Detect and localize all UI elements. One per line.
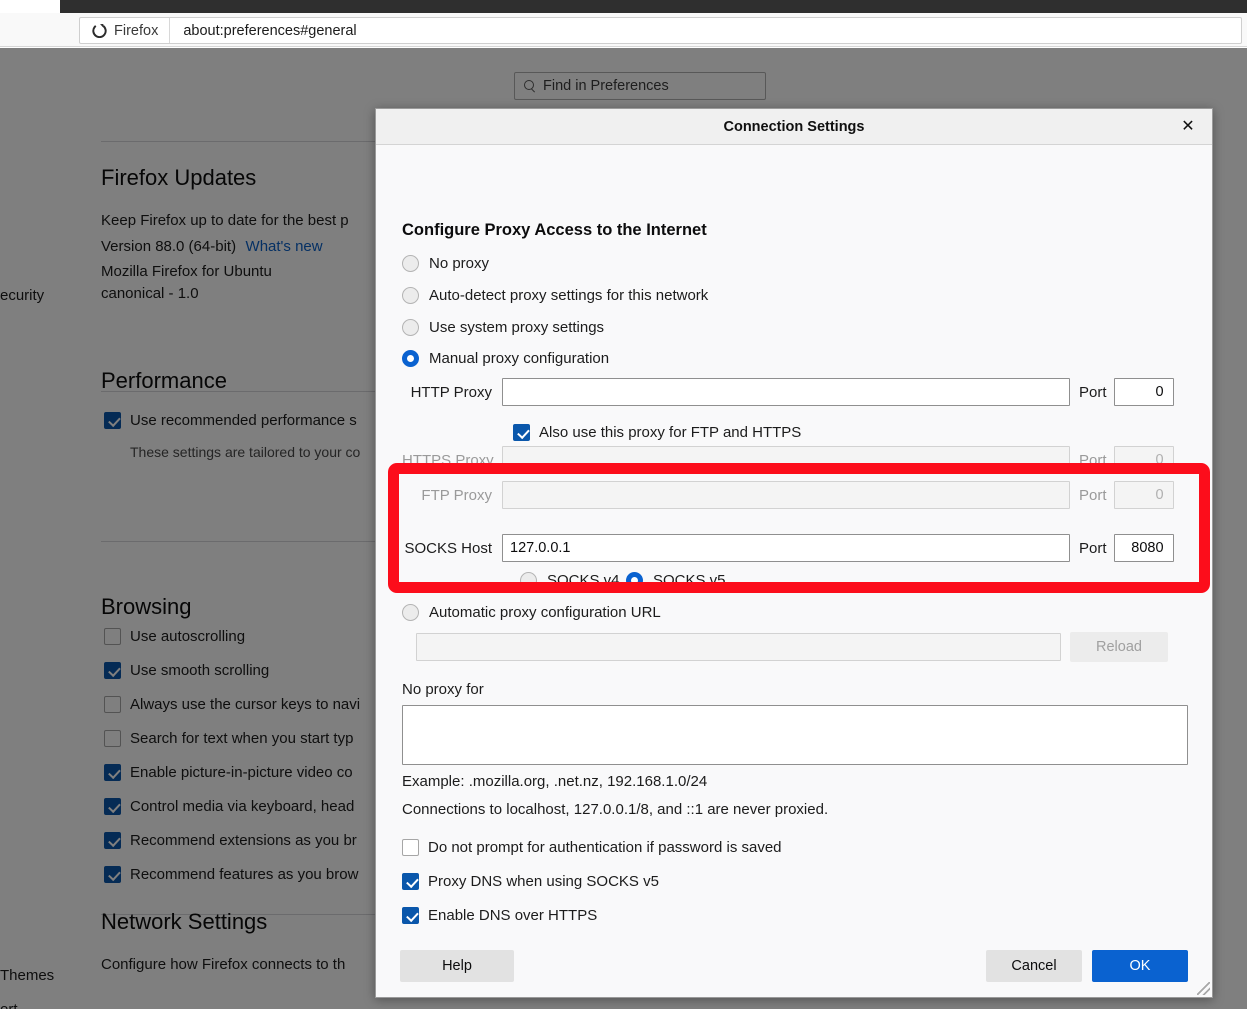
radio-button xyxy=(402,604,419,621)
auto-config-url-row: Reload xyxy=(416,632,1188,662)
checkbox-proxy-dns-socks5[interactable]: Proxy DNS when using SOCKS v5 xyxy=(402,873,659,890)
resize-grip-icon[interactable] xyxy=(1197,982,1210,995)
dialog-body: Configure Proxy Access to the Internet N… xyxy=(376,145,1212,935)
ftp-port-input: 0 xyxy=(1113,481,1174,509)
no-proxy-example: Example: .mozilla.org, .net.nz, 192.168.… xyxy=(402,773,708,790)
no-proxy-note: Connections to localhost, 127.0.0.1/8, a… xyxy=(402,801,829,818)
checkbox-label: Enable DNS over HTTPS xyxy=(428,907,598,924)
no-proxy-for-textarea[interactable] xyxy=(402,705,1188,765)
ftp-proxy-input xyxy=(502,481,1070,509)
http-proxy-row: HTTP Proxy Port 0 xyxy=(402,378,1188,406)
radio-label: SOCKS v5 xyxy=(653,572,726,589)
radio-button xyxy=(402,319,419,336)
socks-host-row: SOCKS Host 127.0.0.1 Port 8080 xyxy=(402,534,1188,562)
no-proxy-for-label: No proxy for xyxy=(402,681,484,698)
ok-button[interactable]: OK xyxy=(1092,950,1188,982)
http-proxy-label: HTTP Proxy xyxy=(410,383,492,401)
radio-button xyxy=(402,350,419,367)
checkbox-box xyxy=(513,424,530,441)
titlebar-left-strip xyxy=(0,0,60,13)
auto-config-url-input xyxy=(416,633,1061,661)
http-port-input[interactable]: 0 xyxy=(1113,378,1174,406)
browser-titlebar xyxy=(60,0,1247,13)
checkbox-box xyxy=(402,873,419,890)
screen: Firefox about:preferences#general Find i… xyxy=(0,0,1247,1009)
socks-port-label: Port xyxy=(1079,539,1107,557)
ftp-proxy-label: FTP Proxy xyxy=(421,486,492,504)
address-bar[interactable]: Firefox about:preferences#general xyxy=(79,17,1242,44)
dialog-footer-actions: Cancel OK xyxy=(986,950,1188,982)
connection-settings-dialog: Connection Settings ✕ Configure Proxy Ac… xyxy=(375,108,1213,998)
help-button[interactable]: Help xyxy=(400,950,514,982)
radio-no-proxy[interactable]: No proxy xyxy=(402,255,489,272)
checkbox-label: Do not prompt for authentication if pass… xyxy=(428,839,782,856)
radio-button xyxy=(626,572,643,589)
reload-button[interactable]: Reload xyxy=(1070,632,1168,662)
radio-socks-v5[interactable]: SOCKS v5 xyxy=(626,572,726,589)
browser-navigation-bar: Firefox about:preferences#general xyxy=(0,13,1247,47)
firefox-brand: Firefox xyxy=(80,18,171,43)
proxy-section-heading: Configure Proxy Access to the Internet xyxy=(402,221,707,239)
address-bar-url: about:preferences#general xyxy=(183,22,357,39)
close-icon[interactable]: ✕ xyxy=(1176,115,1200,139)
checkbox-label: Proxy DNS when using SOCKS v5 xyxy=(428,873,659,890)
socks-host-input[interactable]: 127.0.0.1 xyxy=(502,534,1070,562)
https-proxy-input xyxy=(502,446,1070,474)
dialog-title: Connection Settings xyxy=(723,118,865,135)
radio-label: SOCKS v4 xyxy=(547,572,620,589)
radio-label: Use system proxy settings xyxy=(429,319,605,336)
ftp-proxy-row: FTP Proxy Port 0 xyxy=(402,481,1188,509)
socks-port-input[interactable]: 8080 xyxy=(1113,534,1174,562)
https-proxy-label: HTTPS Proxy xyxy=(402,451,494,469)
https-port-input: 0 xyxy=(1113,446,1174,474)
checkbox-do-not-prompt-auth[interactable]: Do not prompt for authentication if pass… xyxy=(402,839,782,856)
radio-label: Manual proxy configuration xyxy=(429,350,610,367)
checkbox-box xyxy=(402,907,419,924)
https-port-label: Port xyxy=(1079,451,1107,469)
radio-label: No proxy xyxy=(429,255,490,272)
radio-auto-detect-proxy[interactable]: Auto-detect proxy settings for this netw… xyxy=(402,287,708,304)
ftp-port-label: Port xyxy=(1079,486,1107,504)
radio-button xyxy=(402,255,419,272)
socks-host-label: SOCKS Host xyxy=(404,539,492,557)
http-proxy-input[interactable] xyxy=(502,378,1070,406)
radio-button xyxy=(520,572,537,589)
dialog-titlebar: Connection Settings ✕ xyxy=(376,109,1212,145)
radio-button xyxy=(402,287,419,304)
dialog-footer: Help Cancel OK xyxy=(376,935,1212,997)
http-port-label: Port xyxy=(1079,383,1107,401)
firefox-brand-label: Firefox xyxy=(114,22,159,39)
checkbox-dns-over-https[interactable]: Enable DNS over HTTPS xyxy=(402,907,597,924)
radio-auto-config-url[interactable]: Automatic proxy configuration URL xyxy=(402,604,661,621)
radio-system-proxy[interactable]: Use system proxy settings xyxy=(402,319,604,336)
https-proxy-row: HTTPS Proxy Port 0 xyxy=(402,446,1188,474)
radio-label: Automatic proxy configuration URL xyxy=(429,604,661,621)
radio-manual-proxy[interactable]: Manual proxy configuration xyxy=(402,350,609,367)
radio-label: Auto-detect proxy settings for this netw… xyxy=(429,287,709,304)
firefox-logo-icon xyxy=(92,23,107,39)
checkbox-label: Also use this proxy for FTP and HTTPS xyxy=(539,424,802,441)
radio-socks-v4[interactable]: SOCKS v4 xyxy=(520,572,620,589)
checkbox-box xyxy=(402,839,419,856)
cancel-button[interactable]: Cancel xyxy=(986,950,1082,982)
checkbox-also-use-proxy[interactable]: Also use this proxy for FTP and HTTPS xyxy=(513,424,801,441)
